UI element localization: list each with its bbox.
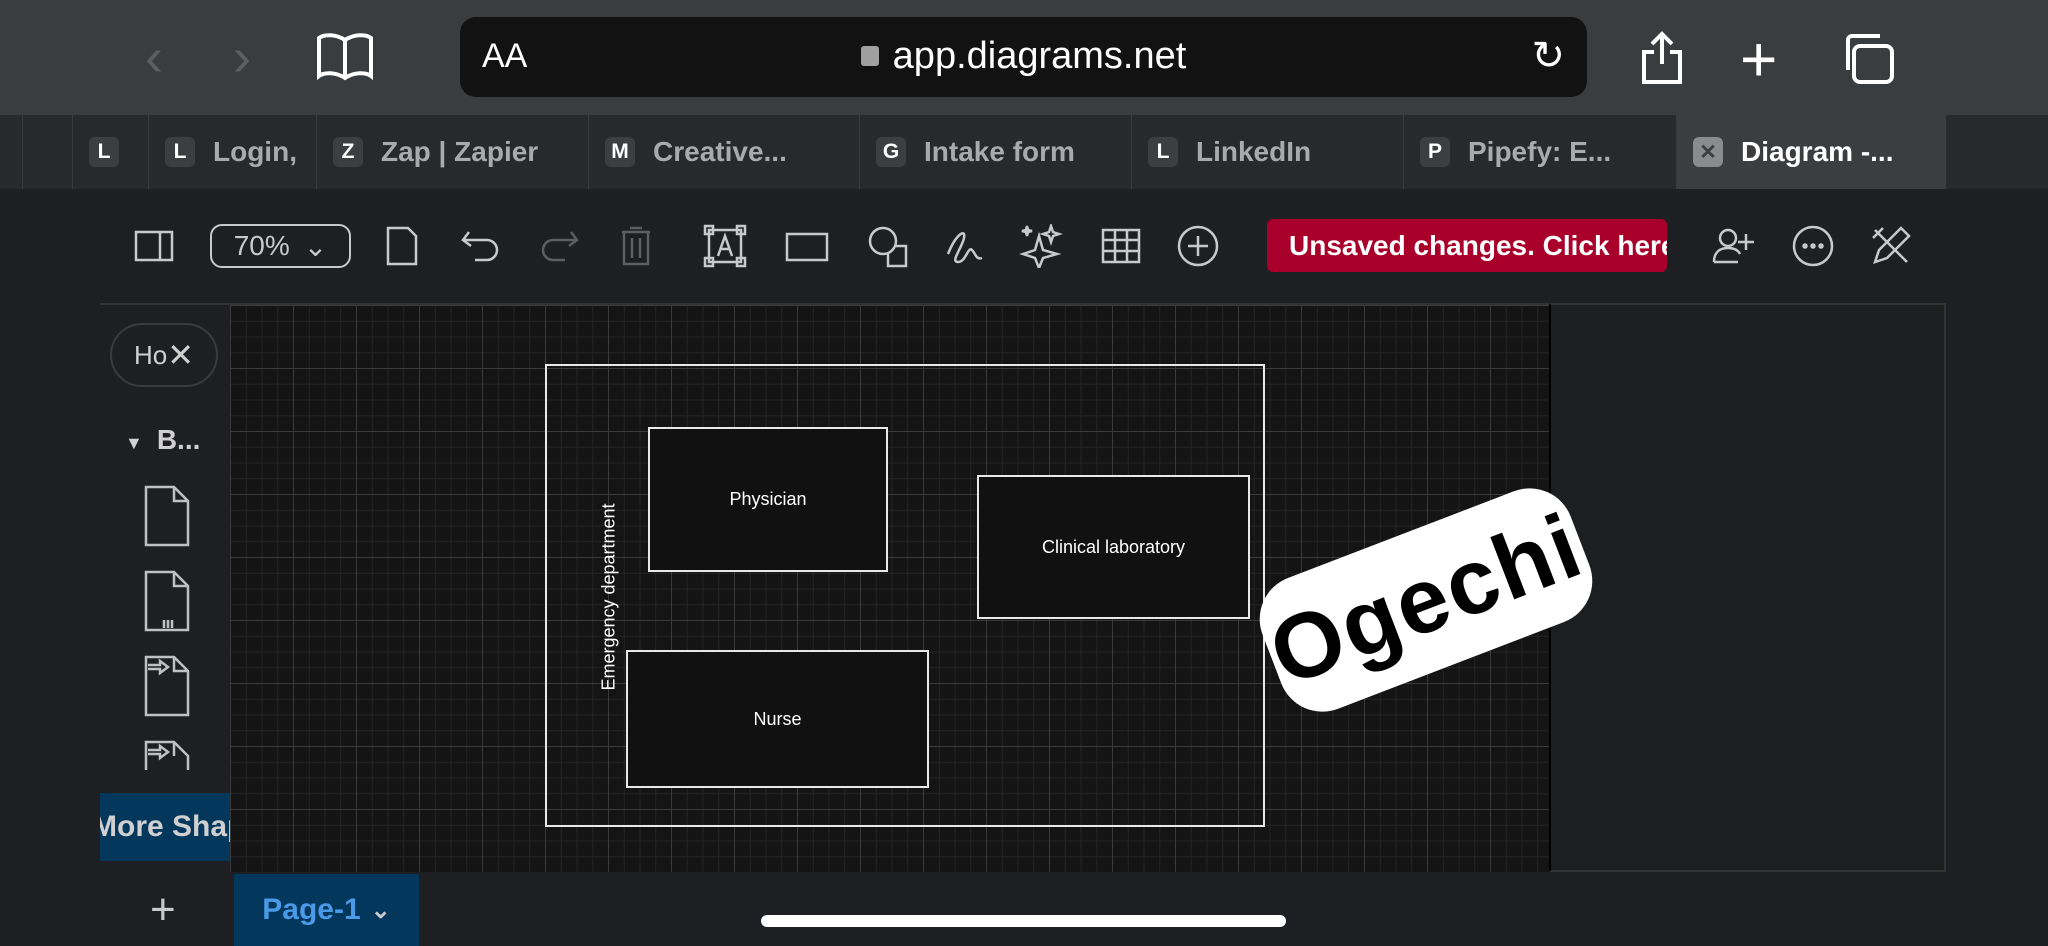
tab[interactable]: L Login, <box>148 115 316 189</box>
clinical-laboratory-shape[interactable]: Clinical laboratory <box>977 475 1250 619</box>
physician-shape[interactable]: Physician <box>648 427 888 572</box>
url-text: app.diagrams.net <box>892 35 1187 77</box>
tab-blank[interactable] <box>22 115 72 189</box>
share-icon[interactable] <box>1638 30 1686 102</box>
nurse-shape[interactable]: Nurse <box>626 650 929 788</box>
reload-icon[interactable]: ↻ <box>1531 33 1565 79</box>
close-tab-icon[interactable]: ✕ <box>1693 137 1723 167</box>
search-text: Ho <box>133 339 168 370</box>
tab[interactable]: L <box>72 115 148 189</box>
page-tab-label: Page-1 <box>262 893 361 926</box>
tab-favicon: L <box>165 137 195 167</box>
tab[interactable]: P Pipefy: E... <box>1403 115 1676 189</box>
chevron-down-icon[interactable]: ⌄ <box>371 896 391 925</box>
caret-down-icon: ▼ <box>125 433 143 453</box>
tab-favicon: L <box>1148 137 1178 167</box>
tab-title: LinkedIn <box>1196 136 1312 167</box>
tab-title: Creative... <box>653 136 787 167</box>
tab-favicon: P <box>1420 137 1450 167</box>
shape-label: Physician <box>729 489 807 509</box>
tab-title: Zap | Zapier <box>381 136 539 167</box>
canvas-side-area <box>1549 303 1946 872</box>
tab[interactable]: G Intake form <box>859 115 1131 189</box>
add-page-button[interactable]: + <box>150 885 176 935</box>
zoom-dropdown[interactable]: 70% ⌄ <box>210 224 351 268</box>
section-title: B... <box>156 424 201 455</box>
tabs-overview-icon[interactable] <box>1840 32 1896 102</box>
freehand-icon[interactable] <box>940 222 988 270</box>
back-icon[interactable]: ‹ <box>145 22 163 92</box>
more-options-icon[interactable] <box>1789 222 1837 270</box>
text-icon[interactable] <box>701 222 749 270</box>
clear-search-icon[interactable]: ✕ <box>167 336 194 374</box>
shape-label: Clinical laboratory <box>1041 536 1186 557</box>
tab-title: Diagram -... <box>1741 136 1894 167</box>
document-shape-icon[interactable] <box>144 485 190 547</box>
shapes-icon[interactable] <box>864 222 912 270</box>
tab[interactable]: L LinkedIn <box>1131 115 1403 189</box>
tab[interactable]: Z Zap | Zapier <box>316 115 588 189</box>
new-tab-icon[interactable]: + <box>1740 24 1777 94</box>
tab-favicon: M <box>605 137 635 167</box>
format-panel-icon[interactable] <box>130 222 178 270</box>
bookmarks-icon[interactable] <box>316 28 374 98</box>
unsaved-changes-button[interactable]: Unsaved changes. Click here to save. <box>1267 219 1667 272</box>
share-user-icon[interactable] <box>1710 222 1758 270</box>
forward-icon[interactable]: › <box>233 22 251 92</box>
edit-tools-icon[interactable] <box>1867 222 1915 270</box>
tab-favicon: G <box>876 137 906 167</box>
home-indicator[interactable] <box>761 915 1286 927</box>
tab[interactable]: M Creative... <box>588 115 859 189</box>
tab-bar: L L Login, Z Zap | Zapier M Creative... G In… <box>0 115 2048 189</box>
page-tab[interactable]: Page-1 ⌄ <box>234 874 419 946</box>
lock-icon <box>860 46 879 66</box>
zoom-value: 70% <box>233 230 290 261</box>
document-barcode-shape-icon[interactable] <box>144 570 190 632</box>
redo-icon[interactable] <box>535 222 583 270</box>
ai-sparkle-icon[interactable] <box>1017 222 1065 270</box>
delete-icon[interactable] <box>612 222 660 270</box>
tab-active[interactable]: ✕ Diagram -... <box>1676 115 1946 189</box>
more-shapes-button[interactable]: More Shapes <box>100 793 230 861</box>
rectangle-icon[interactable] <box>783 222 831 270</box>
address-bar[interactable]: AA app.diagrams.net ↻ <box>460 17 1587 97</box>
tab-title: Intake form <box>924 136 1075 167</box>
shape-search-input[interactable]: Ho ✕ <box>110 323 218 387</box>
chevron-down-icon: ⌄ <box>303 230 328 262</box>
container-label: Emergency department <box>598 503 619 691</box>
tab-favicon: Z <box>333 137 363 167</box>
tab-favicon: L <box>89 137 119 167</box>
undo-icon[interactable] <box>457 222 505 270</box>
shape-section-header[interactable]: ▼ B... <box>125 424 200 456</box>
shape-label: Nurse <box>753 708 802 729</box>
tab-title: Pipefy: E... <box>1468 136 1612 167</box>
document-arrow-shape-icon[interactable] <box>144 655 190 717</box>
table-icon[interactable] <box>1097 222 1145 270</box>
tab-title: Login, <box>213 136 297 167</box>
page-icon[interactable] <box>378 222 426 270</box>
document-arrow-small-shape-icon[interactable] <box>144 740 190 772</box>
insert-icon[interactable] <box>1174 222 1222 270</box>
